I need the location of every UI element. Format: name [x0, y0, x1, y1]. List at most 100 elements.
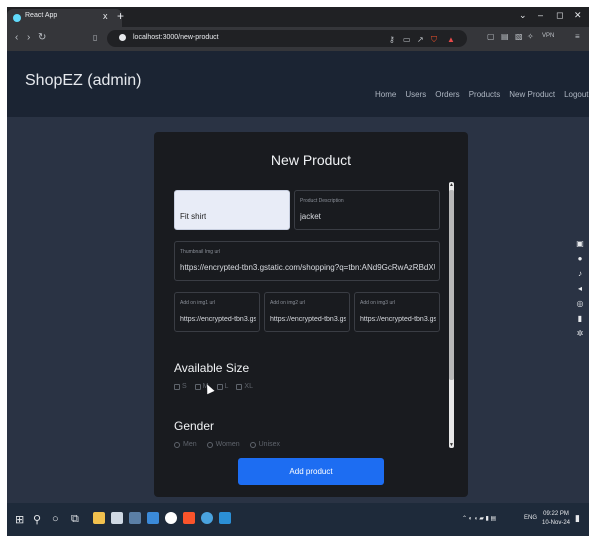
bookmark-icon[interactable]: ▯ [93, 33, 97, 42]
gender-options: Men Women Unisex [174, 441, 280, 448]
addon-img3-field[interactable]: Add on img3 url https://encrypted-tbn3.g… [354, 292, 440, 332]
nav-products[interactable]: Products [469, 90, 501, 99]
tray-icons[interactable]: ⌃ ◐ ◖ ▰ ▮ ▤ [462, 515, 496, 522]
nav-home[interactable]: Home [375, 90, 396, 99]
new-tab-button[interactable]: + [117, 9, 124, 23]
tab-title: React App [25, 12, 58, 19]
site-info-icon[interactable] [119, 34, 126, 41]
side-toolbar: ▣ ● ♪ ◂ ◎ ▮ ✲ [573, 239, 587, 339]
settings-icon[interactable]: ✲ [577, 329, 584, 339]
vscode-icon[interactable] [219, 512, 231, 524]
maximize-button[interactable]: ◻ [556, 10, 563, 21]
gender-option-men[interactable]: Men [174, 441, 197, 448]
sidebar-icon[interactable]: ▢ [487, 32, 495, 41]
microphone-icon[interactable]: ♪ [578, 269, 582, 279]
brave-shield-icon[interactable]: ⛉ [431, 35, 437, 45]
gender-option-women[interactable]: Women [206, 441, 240, 448]
checkbox-icon[interactable] [194, 383, 201, 390]
record-icon[interactable]: ● [578, 254, 583, 264]
browser-tabstrip: React App x + ⌄ – ◻ ✕ [7, 7, 589, 27]
product-name-value: Fit shirt [180, 212, 207, 221]
window-icon[interactable]: ▮ [578, 314, 582, 324]
notification-icon[interactable]: ▮ [575, 513, 580, 524]
task-view-icon[interactable]: ⧉ [71, 513, 79, 526]
back-icon[interactable]: ‹ [15, 32, 18, 43]
nav-new-product[interactable]: New Product [509, 90, 555, 99]
key-icon[interactable]: ⚷ [389, 35, 395, 44]
tab-close-button[interactable]: x [103, 11, 108, 21]
vpn-button[interactable]: VPN [542, 33, 554, 39]
windows-start-icon[interactable]: ⊞ [15, 513, 24, 526]
forward-icon[interactable]: › [27, 32, 30, 43]
browser-toolbar: ‹ › ↻ ▯ localhost:3000/new-product ⚷ ▭ ↗… [7, 27, 589, 51]
brand-title[interactable]: ShopEZ (admin) [25, 72, 142, 90]
thumbnail-url-field[interactable]: Thumbnail Img url https://encrypted-tbn3… [174, 241, 440, 281]
new-product-card: New Product Fit shirt Product Descriptio… [154, 132, 468, 497]
opera-icon[interactable] [165, 512, 177, 524]
addon-img2-field[interactable]: Add on img2 url https://encrypted-tbn3.g… [264, 292, 350, 332]
url-bar[interactable]: localhost:3000/new-product ⚷ ▭ ↗ ⛉ ▲ [107, 30, 467, 47]
react-favicon-icon [13, 14, 21, 22]
share-icon[interactable]: ↗ [417, 35, 424, 44]
minimize-button[interactable]: – [538, 10, 543, 20]
taskbar-clock[interactable]: 09:22 PM 10-Nov-24 [542, 510, 570, 528]
menu-icon[interactable]: ≡ [575, 32, 580, 41]
addon-img3-label: Add on img3 url [360, 300, 396, 306]
notepad-icon[interactable] [111, 512, 123, 524]
scrollbar-thumb[interactable] [449, 190, 454, 380]
target-icon[interactable]: ◎ [577, 299, 584, 309]
nav-users[interactable]: Users [405, 90, 426, 99]
search-icon[interactable]: ⚲ [33, 513, 41, 526]
brave-browser-icon[interactable] [183, 512, 195, 524]
checkbox-icon[interactable] [174, 383, 180, 390]
product-description-field[interactable]: Product Description jacket [294, 190, 440, 230]
addon-img2-value: https://encrypted-tbn3.gs [270, 316, 346, 323]
windows-taskbar: ⊞ ⚲ ○ ⧉ ⌃ ◐ ◖ ▰ ▮ ▤ ENG 09:22 PM 10-Nov-… [7, 503, 589, 536]
checkbox-icon[interactable] [236, 383, 243, 390]
gender-heading: Gender [174, 419, 215, 433]
close-window-button[interactable]: ✕ [574, 10, 582, 21]
scroll-down-icon[interactable]: ▼ [449, 442, 454, 448]
url-text: localhost:3000/new-product [133, 34, 219, 41]
nav-orders[interactable]: Orders [435, 90, 459, 99]
reload-icon[interactable]: ↻ [38, 32, 46, 43]
nav-links: Home Users Orders Products New Product L… [375, 90, 589, 99]
language-indicator[interactable]: ENG [524, 515, 537, 521]
leo-icon[interactable]: ✧ [527, 32, 534, 41]
photos-icon[interactable] [147, 512, 159, 524]
gender-option-unisex[interactable]: Unisex [249, 441, 280, 448]
size-option-l[interactable]: L [216, 383, 228, 390]
brave-rewards-icon[interactable]: ▲ [447, 35, 455, 44]
browser-tab[interactable]: React App x [7, 9, 122, 27]
size-option-s[interactable]: S [174, 383, 187, 390]
thumbnail-url-label: Thumbnail Img url [180, 249, 221, 255]
add-product-button[interactable]: Add product [238, 458, 384, 485]
cast-icon[interactable]: ▭ [403, 35, 411, 44]
extensions-icon[interactable]: ▧ [515, 32, 523, 41]
file-explorer-icon[interactable] [93, 512, 105, 524]
wallet-icon[interactable]: ▤ [501, 32, 509, 41]
addon-img2-label: Add on img2 url [270, 300, 306, 306]
addon-img1-value: https://encrypted-tbn3.gs [180, 316, 256, 323]
form-scrollbar[interactable]: ▲ ▼ [449, 182, 454, 448]
scroll-up-icon[interactable]: ▲ [449, 182, 454, 188]
volume-icon[interactable]: ◂ [578, 284, 582, 294]
page-title: New Product [270, 152, 352, 168]
addon-img1-field[interactable]: Add on img1 url https://encrypted-tbn3.g… [174, 292, 260, 332]
chrome-icon[interactable] [201, 512, 213, 524]
cortana-icon[interactable]: ○ [52, 513, 59, 525]
tab-search-button[interactable]: ⌄ [519, 10, 527, 21]
size-option-xl[interactable]: XL [236, 383, 253, 390]
camera-icon[interactable]: ▣ [576, 239, 584, 249]
checkbox-icon[interactable] [216, 383, 223, 390]
thumbnail-url-value: https://encrypted-tbn3.gstatic.com/shopp… [180, 263, 435, 272]
radio-icon[interactable] [174, 441, 180, 448]
product-name-field[interactable]: Fit shirt [174, 190, 290, 230]
clock-time: 09:22 PM [543, 511, 569, 517]
nav-logout[interactable]: Logout [564, 90, 588, 99]
radio-icon[interactable] [249, 441, 256, 448]
calculator-icon[interactable] [129, 512, 141, 524]
radio-icon[interactable] [206, 441, 213, 448]
product-description-value: jacket [300, 212, 321, 221]
page-content: New Product Fit shirt Product Descriptio… [7, 117, 589, 503]
